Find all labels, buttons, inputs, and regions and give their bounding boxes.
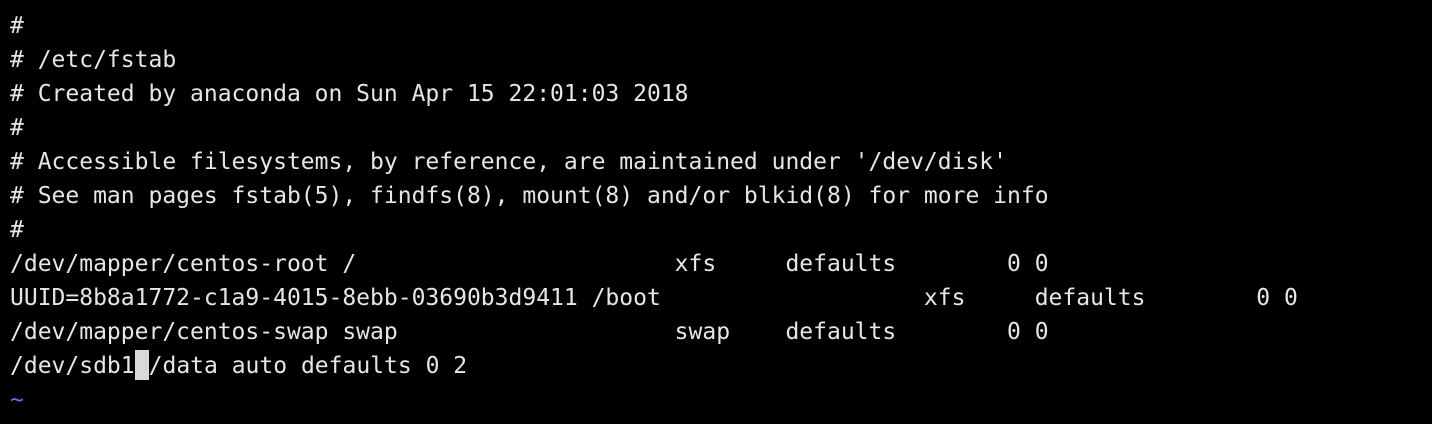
cursor-line-before-text: /dev/sdb1 (10, 353, 135, 379)
fstab-comment-line: # See man pages fstab(5), findfs(8), mou… (10, 183, 1049, 209)
fstab-comment-line: # Accessible filesystems, by reference, … (10, 149, 1007, 175)
fstab-entry-line: /dev/mapper/centos-swap swap swap defaul… (10, 319, 1049, 345)
fstab-entry-line: UUID=8b8a1772-c1a9-4015-8ebb-03690b3d941… (10, 285, 1298, 311)
text-cursor (134, 350, 149, 380)
vim-editor[interactable]: # # /etc/fstab # Created by anaconda on … (10, 9, 1422, 417)
fstab-comment-line: # (10, 115, 24, 141)
fstab-entry-line-active: /dev/sdb1/data auto defaults 0 2 (10, 349, 1422, 383)
fstab-comment-line: # (10, 217, 24, 243)
fstab-comment-line: # (10, 13, 24, 39)
cursor-line-after-text: /data auto defaults 0 2 (148, 353, 468, 379)
fstab-entry-line: /dev/mapper/centos-root / xfs defaults 0… (10, 251, 1049, 277)
empty-line-tilde: ~ (10, 387, 24, 413)
fstab-comment-line: # /etc/fstab (10, 47, 177, 73)
fstab-comment-line: # Created by anaconda on Sun Apr 15 22:0… (10, 81, 689, 107)
